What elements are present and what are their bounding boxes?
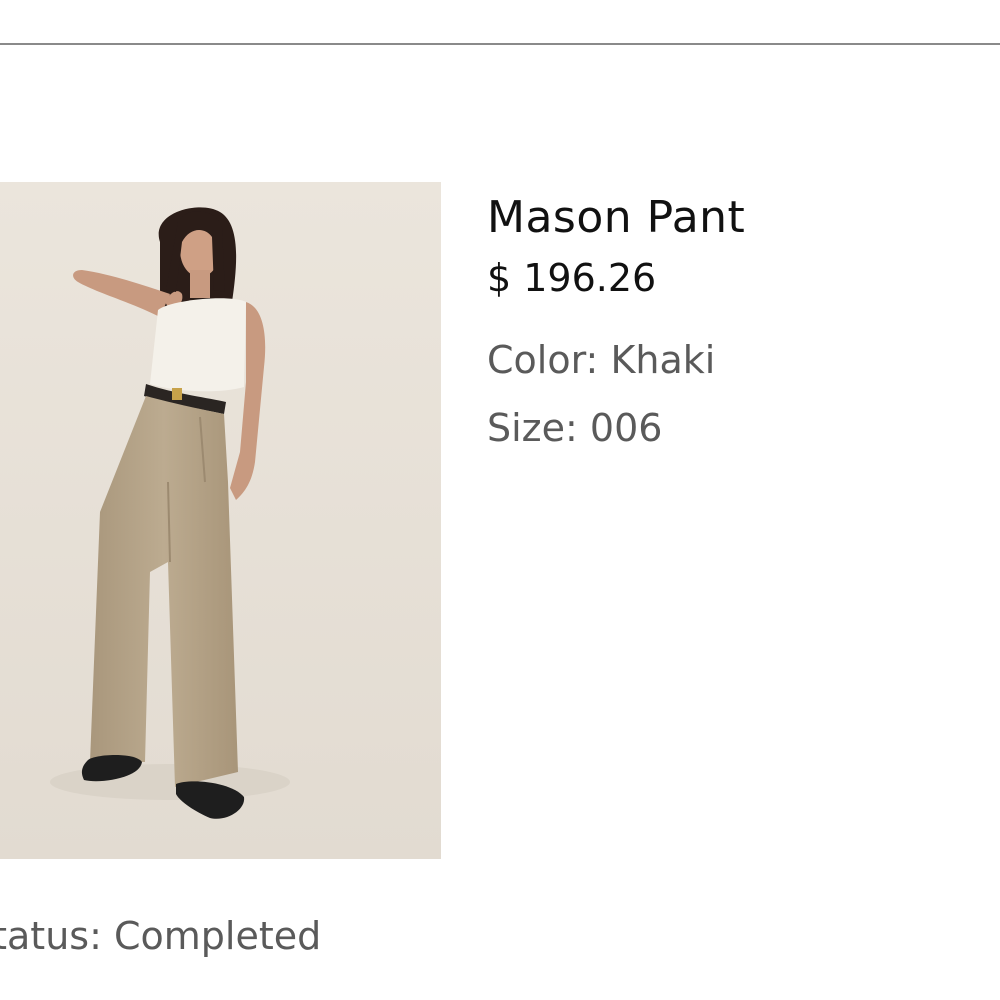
product-price: $ 196.26	[487, 256, 657, 300]
status-value: Completed	[113, 914, 322, 958]
top-divider	[0, 43, 1000, 45]
color-attribute: Color: Khaki	[487, 336, 987, 384]
size-label: Size:	[487, 406, 578, 450]
product-details: Mason Pant $ 196.26 Color: Khaki Size: 0…	[487, 190, 987, 452]
product-name[interactable]: Mason Pant	[487, 190, 987, 246]
size-attribute: Size: 006	[487, 404, 987, 452]
color-label: Color:	[487, 338, 599, 382]
size-value: 006	[589, 406, 663, 450]
order-status: Status: Completed	[0, 910, 321, 962]
order-item-page: Mason Pant $ 196.26 Color: Khaki Size: 0…	[0, 0, 1000, 1000]
product-image[interactable]	[0, 182, 441, 859]
model-illustration	[0, 182, 441, 859]
color-value: Khaki	[610, 338, 716, 382]
status-label: Status:	[0, 914, 102, 958]
